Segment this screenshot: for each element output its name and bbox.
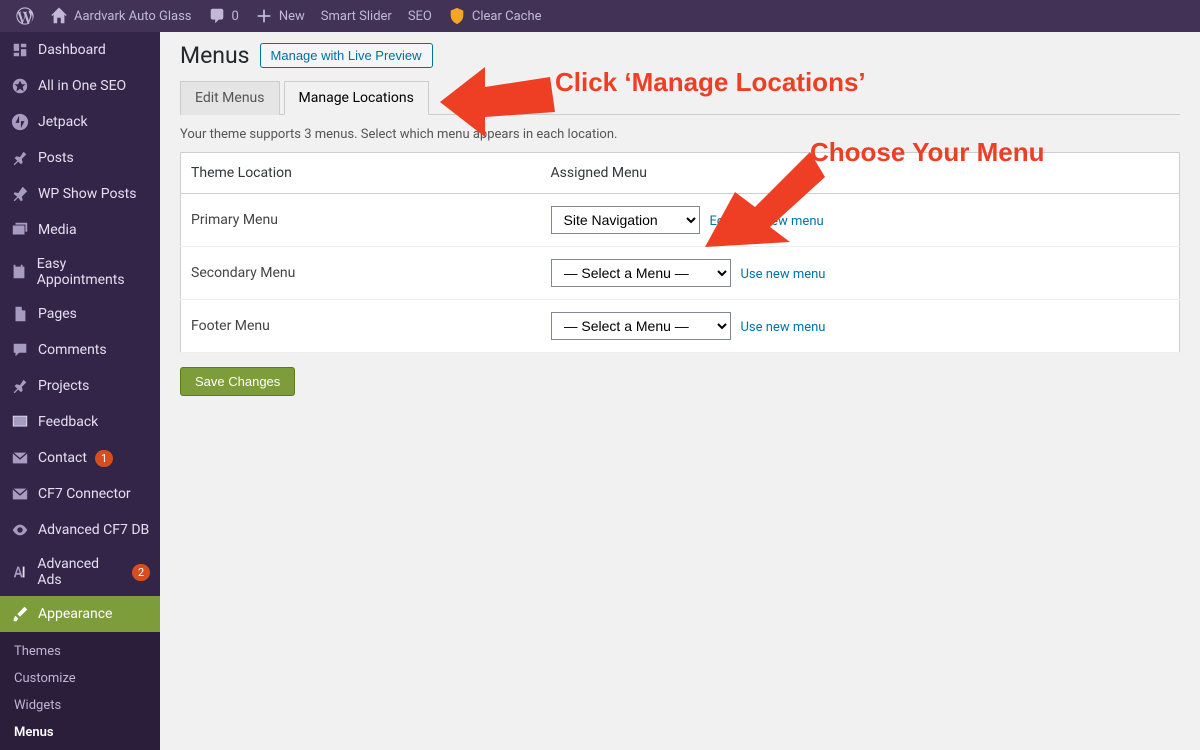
menu-tabs: Edit Menus Manage Locations — [180, 81, 1180, 115]
sidebar-item-media[interactable]: Media — [0, 212, 160, 248]
sidebar-item-advanced-ads[interactable]: Advanced Ads2 — [0, 548, 160, 596]
submenu-item-widgets[interactable]: Widgets — [0, 692, 160, 719]
mail-icon — [10, 448, 30, 468]
sidebar-item-dashboard[interactable]: Dashboard — [0, 32, 160, 68]
sidebar-item-jetpack[interactable]: Jetpack — [0, 104, 160, 140]
eye-icon — [10, 520, 30, 540]
home-icon — [50, 7, 68, 25]
adminbar-item-clear-cache[interactable]: Clear Cache — [440, 0, 550, 32]
sidebar-item-pages[interactable]: Pages — [0, 296, 160, 332]
comment-icon — [208, 7, 226, 25]
adminbar-item-smart-slider[interactable]: Smart Slider — [313, 0, 400, 32]
aioseo-icon — [10, 76, 30, 96]
comments-count: 0 — [232, 9, 239, 24]
plus-icon — [255, 7, 273, 25]
use-new-menu-link[interactable]: Use new menu — [741, 320, 826, 335]
sidebar-item-advanced-cf7-db[interactable]: Advanced CF7 DB — [0, 512, 160, 548]
pin2-icon — [10, 184, 30, 204]
sidebar-item-comments[interactable]: Comments — [0, 332, 160, 368]
th-assigned-menu: Assigned Menu — [541, 153, 1180, 194]
location-row: Footer Menu — Select a Menu — Use new menu — [181, 300, 1180, 353]
appearance-submenu: ThemesCustomizeWidgetsMenusBackground — [0, 632, 160, 750]
use-new-menu-link[interactable]: Use new menu — [739, 214, 824, 229]
wordpress-icon — [16, 7, 34, 25]
location-row: Primary MenuSite NavigationEdit|Use new … — [181, 194, 1180, 247]
sidebar-item-posts[interactable]: Posts — [0, 140, 160, 176]
location-name: Primary Menu — [181, 194, 541, 247]
location-name: Footer Menu — [181, 300, 541, 353]
calendar-icon — [10, 262, 29, 282]
sidebar-item-wp-show-posts[interactable]: WP Show Posts — [0, 176, 160, 212]
assigned-menu-select[interactable]: Site Navigation — [551, 206, 700, 234]
submenu-item-themes[interactable]: Themes — [0, 638, 160, 665]
new-label: New — [279, 9, 305, 24]
instructions-text: Your theme supports 3 menus. Select whic… — [180, 127, 1180, 142]
use-new-menu-link[interactable]: Use new menu — [741, 267, 826, 282]
edit-link[interactable]: Edit — [710, 214, 732, 229]
sidebar-item-contact[interactable]: Contact1 — [0, 440, 160, 476]
sidebar-item-feedback[interactable]: Feedback — [0, 404, 160, 440]
dashboard-icon — [10, 40, 30, 60]
assigned-menu-select[interactable]: — Select a Menu — — [551, 259, 731, 287]
pin-icon — [10, 376, 30, 396]
comment-icon — [10, 340, 30, 360]
media-icon — [10, 220, 30, 240]
sidebar-item-cf7-connector[interactable]: CF7 Connector — [0, 476, 160, 512]
location-name: Secondary Menu — [181, 247, 541, 300]
site-home-link[interactable]: Aardvark Auto Glass — [42, 0, 200, 32]
site-title: Aardvark Auto Glass — [74, 9, 192, 24]
comments-link[interactable]: 0 — [200, 0, 247, 32]
save-changes-button[interactable]: Save Changes — [180, 367, 295, 396]
jetpack-icon — [10, 112, 30, 132]
submenu-item-customize[interactable]: Customize — [0, 665, 160, 692]
sidebar-item-appearance[interactable]: Appearance — [0, 596, 160, 632]
assigned-menu-select[interactable]: — Select a Menu — — [551, 312, 731, 340]
locations-table: Theme Location Assigned Menu Primary Men… — [180, 152, 1180, 353]
admin-sidebar: DashboardAll in One SEOJetpackPostsWP Sh… — [0, 32, 160, 750]
tab-manage-locations[interactable]: Manage Locations — [284, 81, 429, 115]
new-content-link[interactable]: New — [247, 0, 313, 32]
ads-icon — [10, 562, 29, 582]
badge: 1 — [95, 450, 113, 467]
admin-toolbar: Aardvark Auto Glass 0 New Smart Slider S… — [0, 0, 1200, 32]
adminbar-item-seo[interactable]: SEO — [400, 0, 440, 32]
wp-logo[interactable] — [8, 0, 42, 32]
main-content: Menus Manage with Live Preview Edit Menu… — [160, 32, 1200, 750]
submenu-item-background[interactable]: Background — [0, 746, 160, 750]
mail-icon — [10, 484, 30, 504]
tab-edit-menus[interactable]: Edit Menus — [180, 81, 280, 115]
brush-icon — [10, 604, 30, 624]
badge: 2 — [132, 564, 150, 581]
sidebar-item-easy-appointments[interactable]: Easy Appointments — [0, 248, 160, 296]
location-row: Secondary Menu — Select a Menu — Use new m… — [181, 247, 1180, 300]
page-title: Menus — [180, 42, 250, 69]
page-icon — [10, 304, 30, 324]
shield-icon — [448, 7, 466, 25]
feedback-icon — [10, 412, 30, 432]
live-preview-button[interactable]: Manage with Live Preview — [260, 43, 433, 68]
pin-icon — [10, 148, 30, 168]
submenu-item-menus[interactable]: Menus — [0, 719, 160, 746]
sidebar-item-projects[interactable]: Projects — [0, 368, 160, 404]
sidebar-item-all-in-one-seo[interactable]: All in One SEO — [0, 68, 160, 104]
th-theme-location: Theme Location — [181, 153, 541, 194]
